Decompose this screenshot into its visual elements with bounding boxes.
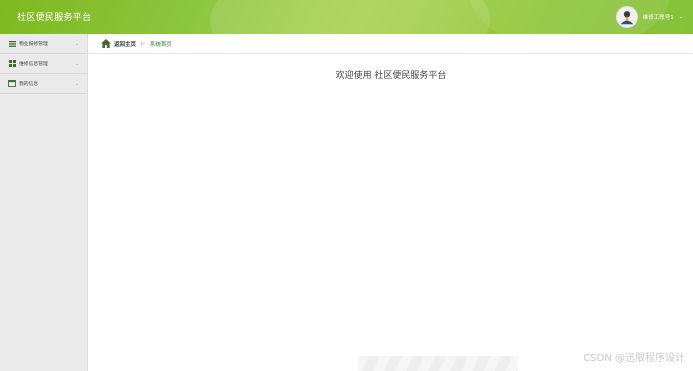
breadcrumb-home-link[interactable]: 返回主页 — [114, 40, 136, 48]
header-decoration — [210, 0, 490, 34]
welcome-message: 欢迎使用 社区便民服务平台 — [335, 71, 447, 81]
breadcrumb: 返回主页 ▷ 系统首页 — [89, 34, 693, 54]
list-icon — [8, 40, 16, 48]
sidebar-item-maintenance-info[interactable]: 维修信息管理 ⌄ — [0, 54, 87, 74]
top-header-bar: 社区便民服务平台 维修工账号1 ⌄ — [0, 0, 693, 34]
sidebar-item-label: 我的信息 — [19, 82, 39, 87]
chevron-down-icon: ⌄ — [74, 80, 79, 87]
breadcrumb-current: 系统首页 — [149, 41, 172, 48]
grid-icon — [8, 60, 16, 68]
avatar[interactable] — [615, 6, 638, 28]
sidebar-item-label: 物业报修管理 — [19, 42, 48, 47]
user-menu[interactable]: 维修工账号1 ⌄ — [615, 5, 683, 29]
user-name[interactable]: 维修工账号1 — [643, 13, 674, 21]
home-icon[interactable] — [101, 39, 111, 48]
main-content: 欢迎使用 社区便民服务平台 — [89, 55, 693, 371]
chevron-down-icon[interactable]: ⌄ — [679, 14, 683, 20]
watermark: CSDN @迅限程序设计 — [583, 353, 685, 364]
sidebar-item-label: 维修信息管理 — [19, 62, 48, 67]
breadcrumb-separator-icon: ▷ — [141, 40, 145, 47]
sidebar-item-my-info[interactable]: 我的信息 ⌄ — [0, 74, 87, 94]
app-title: 社区便民服务平台 — [17, 13, 92, 23]
chevron-down-icon: ⌄ — [74, 60, 79, 67]
footer-decoration — [358, 356, 518, 371]
sidebar: 物业报修管理 ⌄ 维修信息管理 ⌄ 我的信息 ⌄ — [0, 34, 88, 371]
avatar-person-icon — [616, 7, 637, 27]
sidebar-item-repair-management[interactable]: 物业报修管理 ⌄ — [0, 34, 87, 54]
card-icon — [8, 80, 16, 88]
chevron-down-icon: ⌄ — [74, 40, 79, 47]
